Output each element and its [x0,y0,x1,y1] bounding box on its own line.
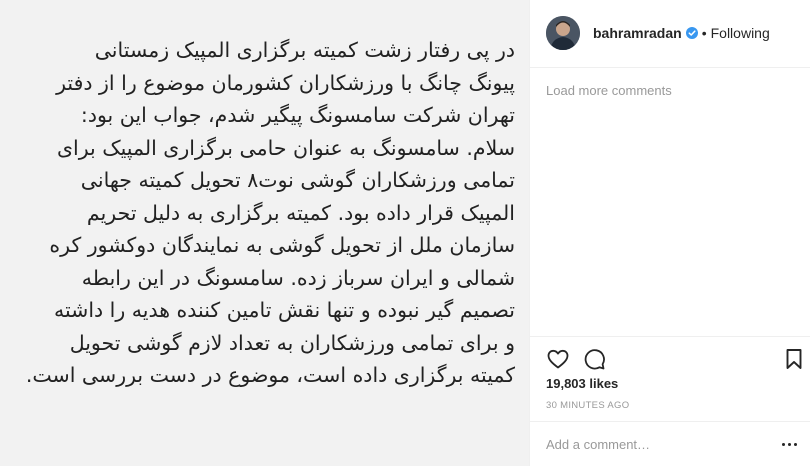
like-heart-icon[interactable] [546,347,570,371]
save-bookmark-icon[interactable] [782,347,806,371]
load-more-comments-button[interactable]: Load more comments [546,83,672,98]
avatar[interactable] [546,16,580,50]
more-options-icon[interactable] [777,432,801,456]
likes-count[interactable]: 19,803 likes [546,376,618,391]
header-separator: • [701,25,707,41]
post-actions-bar [530,336,810,376]
post-text-line: تمامی ورزشکاران گوشی نوت۸ تحویل کمیته جه… [80,168,515,192]
post-text-line: المپیک قرار داده بود. کمیته برگزاری به د… [86,200,515,225]
post-timestamp[interactable]: 30 MINUTES AGO [546,400,629,411]
post-text-line: و برای تمامی ورزشکاران به تعداد لازم گوش… [69,330,515,355]
verified-badge-icon [685,27,698,39]
username-link[interactable]: bahramradan [593,25,682,41]
following-button[interactable]: Following [711,25,770,41]
post-text-block: در پی رفتار زشت کمیته برگزاری المپیک زمس… [0,34,515,392]
comment-bubble-icon[interactable] [582,347,606,371]
post-header: bahramradan • Following [530,0,810,68]
post-text-line: در پی رفتار زشت کمیته برگزاری المپیک زمس… [94,38,515,62]
instagram-post-view: در پی رفتار زشت کمیته برگزاری المپیک زمس… [0,0,810,466]
add-comment-bar [530,421,810,466]
post-media: در پی رفتار زشت کمیته برگزاری المپیک زمس… [0,0,529,466]
post-text-line: تصمیم گیر نبوده و تنها نقش تامین کننده ه… [53,298,515,322]
post-text-line: کمیته برگزاری داده است، موضوع در دست برر… [25,363,515,387]
post-side-panel: bahramradan • Following Load more commen… [529,0,810,466]
post-text-line: پیونگ چانگ با ورزشکاران کشورمان موضوع را… [56,70,515,95]
post-text-line: تهران شرکت سامسونگ پیگیر شدم، جواب این ب… [80,103,515,127]
header-user-row: bahramradan • Following [593,25,770,41]
post-text-line: شمالی و ایران سرباز زده. سامسونگ در این … [81,265,515,290]
add-comment-input[interactable] [546,434,766,454]
post-text-line: سازمان ملل از تحویل گوشی به نمایندگان دو… [49,233,515,257]
post-text-line: سلام. سامسونگ به عنوان حامی برگزاری المپ… [56,135,515,160]
